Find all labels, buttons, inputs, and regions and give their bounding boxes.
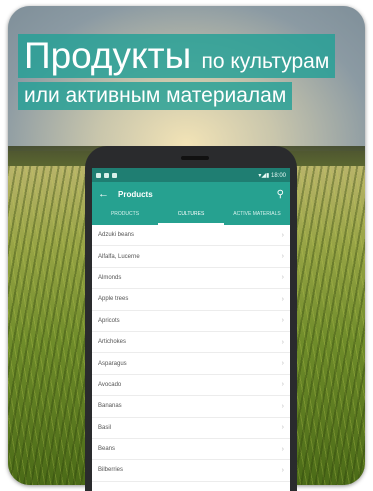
- chevron-right-icon: ›: [281, 338, 284, 346]
- list-item-label: Almonds: [98, 274, 122, 281]
- phone-screen: ▾◢▮ 18:00 ← Products ⚲ PRODUCTS CULTURES…: [92, 168, 290, 491]
- list-item-label: Asparagus: [98, 360, 127, 367]
- list-item-label: Apple trees: [98, 296, 129, 303]
- list-item[interactable]: Bananas ›: [92, 396, 290, 418]
- list-item[interactable]: Beans ›: [92, 439, 290, 461]
- chevron-right-icon: ›: [281, 360, 284, 368]
- app-bar-title: Products: [118, 189, 153, 199]
- list-item[interactable]: Artichokes ›: [92, 332, 290, 354]
- cultures-list: Adzuki beans › Alfalfa, Lucerne › Almonds ›…: [92, 225, 290, 482]
- list-item[interactable]: Alfalfa, Lucerne ›: [92, 246, 290, 268]
- phone-mockup: ▾◢▮ 18:00 ← Products ⚲ PRODUCTS CULTURES…: [85, 146, 297, 491]
- headline-sub: по культурам: [201, 50, 330, 73]
- headline-main: Продукты: [24, 35, 192, 76]
- list-item[interactable]: Bilberries ›: [92, 460, 290, 482]
- chevron-right-icon: ›: [281, 253, 284, 261]
- notification-icon: [112, 172, 117, 178]
- chevron-right-icon: ›: [281, 424, 284, 432]
- app-bar: ← Products ⚲: [92, 182, 290, 206]
- phone-speaker: [181, 156, 209, 160]
- list-item-label: Artichokes: [98, 339, 127, 346]
- list-item-label: Alfalfa, Lucerne: [98, 253, 140, 260]
- chevron-right-icon: ›: [281, 274, 284, 282]
- list-item[interactable]: Almonds ›: [92, 268, 290, 290]
- status-right: ▾◢▮ 18:00: [258, 172, 286, 179]
- notification-icon: [104, 172, 109, 178]
- sky-background: [8, 6, 365, 151]
- notification-icons: [96, 172, 117, 178]
- status-bar: ▾◢▮ 18:00: [92, 168, 290, 182]
- tab-active-materials[interactable]: ACTIVE MATERIALS: [224, 206, 290, 225]
- chevron-right-icon: ›: [281, 466, 284, 474]
- list-item[interactable]: Basil ›: [92, 418, 290, 439]
- list-item-label: Avocado: [98, 381, 122, 388]
- tab-cultures[interactable]: CULTURES: [158, 206, 224, 225]
- headline-banner: Продукты по культурам: [18, 34, 336, 78]
- chevron-right-icon: ›: [281, 317, 284, 325]
- search-icon[interactable]: ⚲: [277, 189, 284, 200]
- tab-products[interactable]: PRODUCTS: [92, 206, 158, 225]
- list-item[interactable]: Avocado ›: [92, 375, 290, 397]
- list-item[interactable]: Apple trees ›: [92, 289, 290, 311]
- list-item-label: Apricots: [98, 317, 120, 324]
- list-item-label: Bananas: [98, 403, 122, 410]
- signal-icon: ▾◢▮: [258, 172, 270, 179]
- chevron-right-icon: ›: [281, 295, 284, 303]
- notification-icon: [96, 172, 101, 178]
- arrow-left-icon[interactable]: ←: [98, 188, 114, 200]
- list-item-label: Beans: [98, 446, 116, 453]
- list-item[interactable]: Asparagus ›: [92, 353, 290, 375]
- list-item-label: Basil: [98, 424, 112, 431]
- list-item-label: Adzuki beans: [98, 232, 135, 239]
- chevron-right-icon: ›: [281, 445, 284, 453]
- chevron-right-icon: ›: [281, 381, 284, 389]
- list-item[interactable]: Apricots ›: [92, 311, 290, 332]
- chevron-right-icon: ›: [281, 231, 284, 239]
- list-item-label: Bilberries: [98, 467, 124, 474]
- tab-bar: PRODUCTS CULTURES ACTIVE MATERIALS: [92, 206, 290, 225]
- subheadline-banner: или активным материалам: [18, 82, 293, 110]
- list-item[interactable]: Adzuki beans ›: [92, 225, 290, 247]
- status-time: 18:00: [270, 172, 286, 179]
- chevron-right-icon: ›: [281, 402, 284, 410]
